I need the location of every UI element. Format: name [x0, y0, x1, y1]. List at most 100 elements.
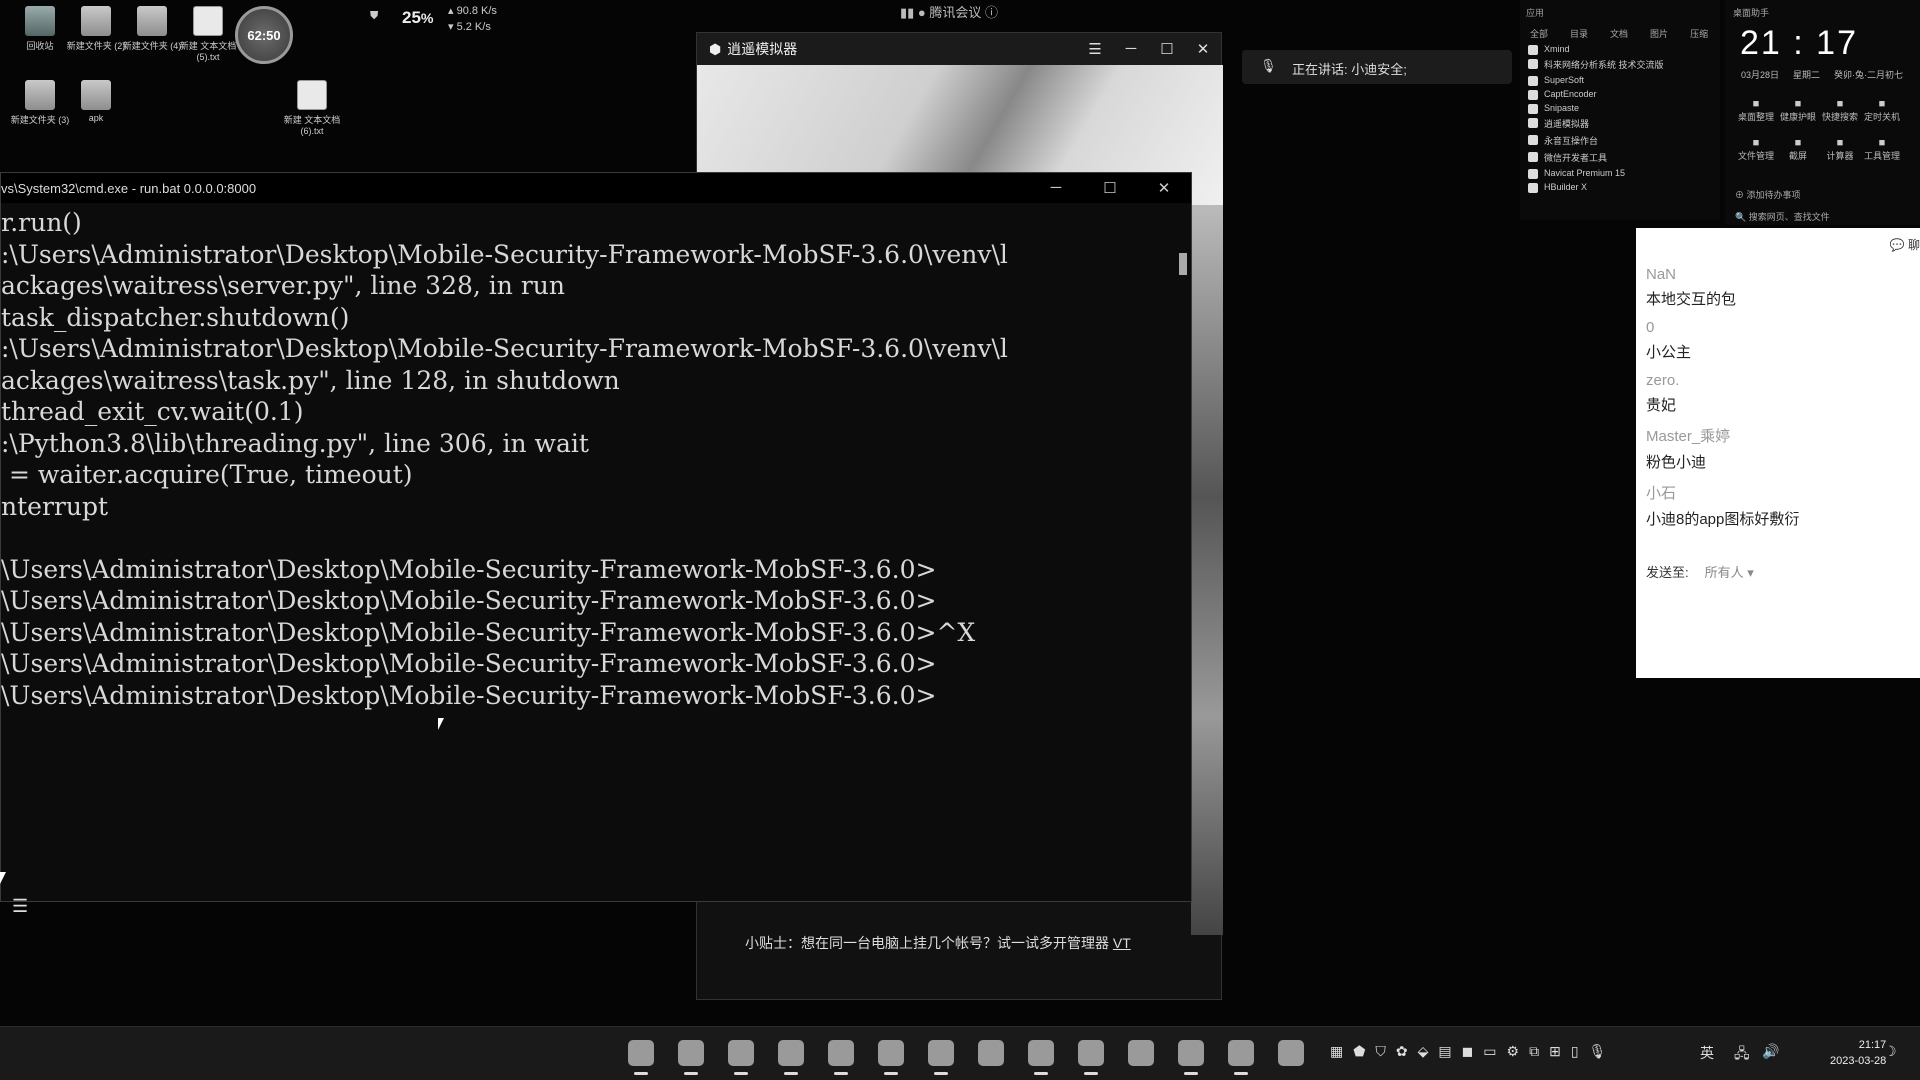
launcher-app-item[interactable]: 逍遥模拟器 — [1520, 115, 1720, 132]
launcher-tab[interactable]: 目录 — [1570, 27, 1588, 40]
monitor-icon: ▭ — [1483, 1043, 1497, 1059]
cmd-line: \Users\Administrator\Desktop\Mobile-Secu… — [1, 617, 976, 647]
desktop-icon-label: 新建 文本文档 (5).txt — [179, 41, 237, 62]
desktop-icon-label: 新建文件夹 (3) — [10, 115, 70, 125]
launcher-tab[interactable]: 全部 — [1530, 27, 1548, 40]
taskbar-clock[interactable]: 21:17 2023-03-28 — [1830, 1037, 1886, 1069]
taskbar-app-icon[interactable] — [1128, 1040, 1154, 1066]
meeting-chat-panel[interactable]: 💬 聊 NaN 本地交互的包 0 小公主 zero. 贵妃 Master_乘婷 粉色小迪 小石小… — [1636, 228, 1920, 678]
chat-message: 本地交互的包 — [1646, 291, 1737, 308]
cmd-output[interactable]: r.run():\Users\Administrator\Desktop\Mob… — [1, 203, 1191, 893]
launcher-app-item[interactable]: CaptEncoder — [1520, 87, 1720, 101]
tray-icon: ▦ — [1330, 1043, 1344, 1059]
taskbar-app-icon[interactable] — [778, 1040, 804, 1075]
desktop-icon-doc[interactable]: 新建 文本文档 (6).txt — [280, 80, 344, 136]
desktop-icon-label: apk — [88, 113, 104, 123]
cmd-line: r.run() — [1, 208, 82, 237]
desktop-icon-folder[interactable]: 新建文件夹 (2) — [64, 6, 128, 52]
taskbar-app-icon[interactable] — [1028, 1040, 1054, 1075]
assistant-tool-button[interactable]: 截屏 — [1777, 137, 1819, 162]
assistant-tool-button[interactable]: 工具管理 — [1861, 137, 1903, 162]
maximize-button[interactable]: ☐ — [1083, 179, 1137, 197]
app-launcher-widget[interactable]: 应用 全部 目录 文档 图片 压缩 Xmind 科来网络分析系统 技术交流版 SuperSo… — [1520, 0, 1720, 220]
add-todo-button[interactable]: ⊕ 添加待办事项 — [1735, 188, 1801, 201]
maximize-button[interactable]: ☐ — [1149, 40, 1185, 58]
launcher-tab[interactable]: 压缩 — [1690, 27, 1708, 40]
launcher-app-item[interactable]: Navicat Premium 15 — [1520, 166, 1720, 180]
system-tray[interactable]: ▦ ⬟ ⛉ ✿ ⬙ ▤ ◼ ▭ ⚙ ⧉ ⊞ ▯ 🎙 — [1330, 1043, 1606, 1060]
taskbar-app-icon[interactable] — [1178, 1040, 1204, 1075]
close-button[interactable]: ✕ — [1137, 179, 1191, 197]
taskbar-app-icon[interactable] — [1228, 1040, 1254, 1075]
bin-icon — [25, 6, 55, 36]
close-button[interactable]: ✕ — [1185, 40, 1221, 58]
desktop-assistant-widget[interactable]: 桌面助手 21 : 17 03月28日星期二癸卯·兔·二月初七 桌面整理健康护眼… — [1725, 0, 1920, 225]
cmd-titlebar[interactable]: vs\System32\cmd.exe - run.bat 0.0.0.0:80… — [1, 173, 1191, 203]
cmd-window[interactable]: vs\System32\cmd.exe - run.bat 0.0.0.0:80… — [0, 172, 1192, 902]
chat-sender: 小石 — [1646, 485, 1677, 502]
launcher-app-item[interactable]: HBuilder X — [1520, 180, 1720, 194]
tray-icon: ▤ — [1438, 1043, 1452, 1059]
taskbar-app-icon[interactable] — [878, 1040, 904, 1075]
launcher-app-item[interactable]: SuperSoft — [1520, 73, 1720, 87]
taskbar-app-icon[interactable] — [728, 1040, 754, 1075]
taskbar-app-icon[interactable] — [928, 1040, 954, 1075]
launcher-tab[interactable]: 文档 — [1610, 27, 1628, 40]
emulator-titlebar[interactable]: ⬢ 逍遥模拟器 ☰ ─ ☐ ✕ — [697, 33, 1221, 65]
volume-icon[interactable]: 🔊 — [1762, 1043, 1779, 1060]
taskbar-app-icon[interactable] — [1078, 1040, 1104, 1075]
list-menu-icon[interactable]: ☰ — [12, 896, 28, 917]
clock-date: 03月28日 星期二 癸卯·兔·二月初七 — [1741, 70, 1904, 80]
folder-icon — [25, 80, 55, 110]
launcher-app-item[interactable]: 永音互操作台 — [1520, 132, 1720, 149]
download-speed: ▾ 5.2 K/s — [448, 21, 491, 33]
assistant-search-input[interactable]: 🔍 搜索网页、查找文件 — [1735, 210, 1830, 223]
cmd-line: task_dispatcher.shutdown() — [1, 302, 350, 332]
chat-sender: NaN — [1646, 266, 1677, 283]
launcher-app-item[interactable]: Snipaste — [1520, 101, 1720, 115]
launcher-tab[interactable]: 图片 — [1650, 27, 1668, 40]
desktop-icon-doc[interactable]: 新建 文本文档 (5).txt — [176, 6, 240, 62]
launcher-app-item[interactable]: 科来网络分析系统 技术交流版 — [1520, 56, 1720, 73]
emulator-logo-icon: ⬢ — [709, 40, 722, 57]
assistant-tool-button[interactable]: 文件管理 — [1735, 137, 1777, 162]
emulator-screen-edge — [1191, 205, 1223, 935]
minimize-button[interactable]: ─ — [1113, 40, 1149, 58]
desktop-icon-label: 新建 文本文档 (6).txt — [283, 115, 341, 136]
assistant-tool-button[interactable]: 健康护眼 — [1777, 98, 1819, 123]
assistant-tool-button[interactable]: 桌面整理 — [1735, 98, 1777, 123]
input-method-indicator[interactable]: 英 — [1700, 1043, 1714, 1063]
cmd-line: \Users\Administrator\Desktop\Mobile-Secu… — [1, 586, 937, 615]
minimize-button[interactable]: ─ — [1029, 179, 1083, 197]
taskbar-app-icon[interactable] — [678, 1040, 704, 1075]
notification-icon[interactable]: ☽ — [1884, 1043, 1897, 1060]
taskbar-app-icon[interactable] — [628, 1040, 654, 1075]
taskbar-app-icon[interactable] — [1278, 1040, 1304, 1066]
taskbar-app-icon[interactable] — [828, 1040, 854, 1075]
cmd-line: :\Python3.8\lib\threading.py", line 306,… — [1, 428, 589, 458]
desktop-icon-folder[interactable]: 新建文件夹 (3) — [8, 80, 72, 126]
timer-widget[interactable]: 62:50 — [235, 6, 293, 64]
taskbar-app-icon[interactable] — [978, 1040, 1004, 1066]
desktop-icon-folder[interactable]: apk — [64, 80, 128, 123]
desktop-icon-folder[interactable]: 新建文件夹 (4) — [120, 6, 184, 52]
network-icon[interactable]: 🖧 — [1734, 1043, 1750, 1067]
assistant-tool-button[interactable]: 快捷搜索 — [1819, 98, 1861, 123]
launcher-tabs: 全部 目录 文档 图片 压缩 — [1520, 25, 1720, 42]
assistant-tool-button[interactable]: 定时关机 — [1861, 98, 1903, 123]
launcher-app-item[interactable]: 微信开发者工具 — [1520, 149, 1720, 166]
meeting-indicator[interactable]: ▮▮ ● 腾讯会议 ⓘ — [900, 2, 998, 21]
chat-message: 贵妃 — [1646, 397, 1677, 414]
assistant-tool-button[interactable]: 计算器 — [1819, 137, 1861, 162]
send-to-selector[interactable]: 发送至: 所有人 ▾ — [1646, 562, 1754, 581]
chat-message: 粉色小迪 — [1646, 454, 1707, 471]
launcher-app-item[interactable]: Xmind — [1520, 42, 1720, 56]
desktop-icon-label: 新建文件夹 (4) — [122, 41, 182, 51]
cpu-percent: 25% — [402, 8, 434, 27]
mouse-cursor — [438, 718, 450, 730]
scrollbar[interactable] — [1179, 253, 1187, 275]
windows-icon: ⊞ — [1549, 1043, 1561, 1059]
chat-header[interactable]: 💬 聊 — [1890, 236, 1920, 253]
desktop-icon-bin[interactable]: 回收站 — [8, 6, 72, 52]
menu-icon[interactable]: ☰ — [1077, 40, 1113, 58]
